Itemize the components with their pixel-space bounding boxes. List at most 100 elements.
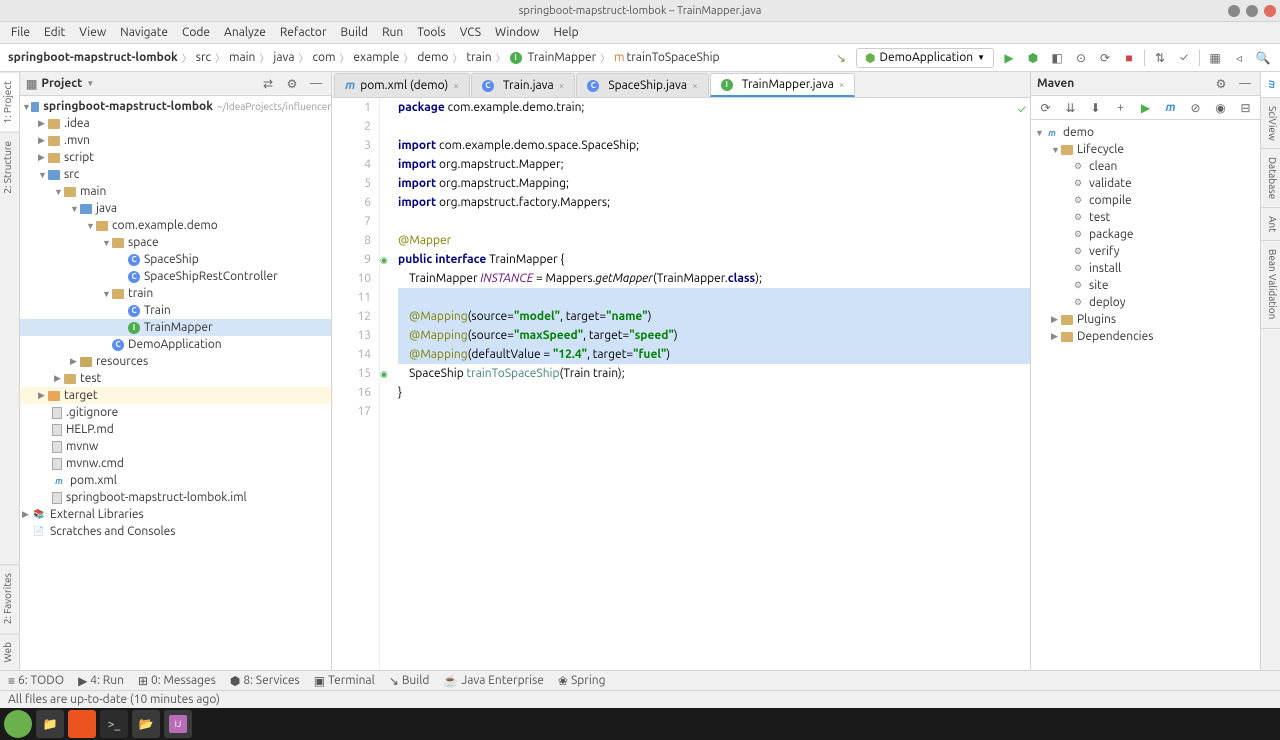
menu-build[interactable]: Build [334, 24, 376, 41]
tab-messages[interactable]: ⊞ 0: Messages [138, 674, 216, 688]
stop-icon[interactable]: ■ [1120, 49, 1138, 67]
maven-goal-install[interactable]: ⚙install [1031, 260, 1260, 277]
task-firefox[interactable] [68, 710, 96, 738]
tab-project[interactable]: 1: Project [0, 72, 19, 132]
tree-mvn[interactable]: ▶.mvn [20, 132, 331, 149]
code-editor[interactable]: ✓ 1234567891011121314151617 ◉◉ package c… [332, 98, 1030, 670]
generate-sources-icon[interactable]: ⇊ [1062, 99, 1079, 117]
menu-help[interactable]: Help [546, 24, 585, 41]
task-nemo[interactable]: 📂 [132, 710, 160, 738]
tree-help[interactable]: HELP.md [20, 421, 331, 438]
breadcrumb-demo[interactable]: demo [417, 51, 448, 64]
breadcrumb-project[interactable]: springboot-mapstruct-lombok [8, 51, 178, 64]
collapse-all-icon[interactable]: ⊟ [1237, 99, 1254, 117]
close-icon[interactable]: × [453, 80, 459, 91]
tree-train-pkg[interactable]: ▼train [20, 285, 331, 302]
tab-bean-validation[interactable]: Bean Validation [1261, 241, 1280, 328]
menu-code[interactable]: Code [175, 24, 217, 41]
run-icon[interactable]: ▶ [1000, 49, 1018, 67]
tree-resources[interactable]: ▶resources [20, 353, 331, 370]
tree-mvnw[interactable]: mvnw [20, 438, 331, 455]
toggle-offline-icon[interactable]: ⊘ [1187, 99, 1204, 117]
tab-database[interactable]: Database [1261, 149, 1280, 208]
tree-demo-app[interactable]: CDemoApplication [20, 336, 331, 353]
close-icon[interactable]: × [839, 79, 845, 90]
tab-train[interactable]: CTrain.java× [471, 73, 575, 97]
menu-tools[interactable]: Tools [410, 24, 453, 41]
menu-run[interactable]: Run [375, 24, 410, 41]
tree-pom[interactable]: mpom.xml [20, 472, 331, 489]
breadcrumb-java[interactable]: java [273, 51, 294, 64]
maven-goal-clean[interactable]: ⚙clean [1031, 158, 1260, 175]
breadcrumb-example[interactable]: example [353, 51, 399, 64]
tree-train-class[interactable]: CTrain [20, 302, 331, 319]
tab-todo[interactable]: ≡ 6: TODO [8, 674, 64, 688]
code-content[interactable]: package com.example.demo.train;import co… [394, 98, 1030, 670]
tab-maven[interactable]: m [1261, 72, 1280, 98]
breadcrumb-main[interactable]: main [229, 51, 255, 64]
maven-goal-verify[interactable]: ⚙verify [1031, 243, 1260, 260]
tree-mvnwcmd[interactable]: mvnw.cmd [20, 455, 331, 472]
menu-analyze[interactable]: Analyze [217, 24, 273, 41]
maven-tree[interactable]: ▼mdemo ▼Lifecycle ⚙clean⚙validate⚙compil… [1031, 120, 1260, 670]
breadcrumb-src[interactable]: src [196, 51, 211, 64]
maven-goal-test[interactable]: ⚙test [1031, 209, 1260, 226]
breadcrumb-train[interactable]: train [466, 51, 491, 64]
maven-goal-site[interactable]: ⚙site [1031, 277, 1260, 294]
tab-trainmapper[interactable]: ITrainMapper.java× [710, 73, 856, 97]
download-icon[interactable]: ⬇ [1087, 99, 1104, 117]
menu-refactor[interactable]: Refactor [273, 24, 334, 41]
tree-scratches[interactable]: 📄Scratches and Consoles [20, 523, 331, 540]
tree-test[interactable]: ▶test [20, 370, 331, 387]
tree-main[interactable]: ▼main [20, 183, 331, 200]
tab-services[interactable]: ⬢ 8: Services [230, 674, 300, 688]
tree-script[interactable]: ▶script [20, 149, 331, 166]
tree-spaceship-rest[interactable]: CSpaceShipRestController [20, 268, 331, 285]
tab-java-enterprise[interactable]: ☕ Java Enterprise [443, 674, 544, 688]
tree-ext-libs[interactable]: ▶📚External Libraries [20, 506, 331, 523]
debug-icon[interactable]: ⬢ [1024, 49, 1042, 67]
tree-gitignore[interactable]: .gitignore [20, 404, 331, 421]
back-icon[interactable]: ◃ [1230, 49, 1248, 67]
task-terminal[interactable]: >_ [100, 710, 128, 738]
tab-favorites[interactable]: 2: Favorites [0, 564, 19, 632]
update-icon[interactable]: ⇅ [1151, 49, 1169, 67]
scroll-from-source-icon[interactable]: ⇄ [259, 75, 277, 93]
maven-plugins[interactable]: ▶Plugins [1031, 311, 1260, 328]
tree-java[interactable]: ▼java [20, 200, 331, 217]
start-button[interactable] [4, 710, 32, 738]
tab-spaceship[interactable]: CSpaceShip.java× [576, 73, 708, 97]
maximize-icon[interactable] [1246, 5, 1258, 17]
task-files[interactable]: 📁 [36, 710, 64, 738]
maven-goal-compile[interactable]: ⚙compile [1031, 192, 1260, 209]
run-maven-icon[interactable]: ▶ [1137, 99, 1154, 117]
menu-view[interactable]: View [72, 24, 113, 41]
menu-window[interactable]: Window [488, 24, 546, 41]
maven-lifecycle[interactable]: ▼Lifecycle [1031, 141, 1260, 158]
build-icon[interactable]: ↘ [832, 49, 850, 67]
tab-pom[interactable]: mpom.xml (demo)× [334, 73, 470, 97]
tree-train-mapper[interactable]: ITrainMapper [20, 319, 331, 336]
task-intellij[interactable]: IJ [164, 710, 192, 738]
execute-goal-icon[interactable]: m [1162, 99, 1179, 117]
tab-structure[interactable]: 2: Structure [0, 132, 19, 202]
attach-icon[interactable]: ⟳ [1096, 49, 1114, 67]
inspection-ok-icon[interactable]: ✓ [1018, 100, 1026, 119]
profile-icon[interactable]: ⊙ [1072, 49, 1090, 67]
menu-navigate[interactable]: Navigate [113, 24, 175, 41]
run-config-select[interactable]: ⬢ DemoApplication ▼ [856, 48, 994, 68]
breadcrumb-method[interactable]: trainToSpaceShip [627, 51, 720, 64]
maven-goal-validate[interactable]: ⚙validate [1031, 175, 1260, 192]
commit-icon[interactable]: ✓ [1175, 49, 1193, 67]
tab-web[interactable]: Web [0, 633, 19, 670]
tab-spring[interactable]: ❀ Spring [558, 674, 606, 688]
close-icon[interactable]: × [559, 80, 565, 91]
tab-sciview[interactable]: SciView [1261, 98, 1280, 150]
tree-root[interactable]: ▼springboot-mapstruct-lombok~/IdeaProjec… [20, 98, 331, 115]
tab-terminal[interactable]: ▣ Terminal [314, 674, 375, 688]
breadcrumb-class[interactable]: TrainMapper [528, 51, 597, 64]
hide-panel-icon[interactable]: — [1236, 75, 1254, 93]
refresh-icon[interactable]: ⟳ [1037, 99, 1054, 117]
close-icon[interactable]: × [692, 80, 698, 91]
tab-build[interactable]: ↘ Build [389, 674, 430, 688]
